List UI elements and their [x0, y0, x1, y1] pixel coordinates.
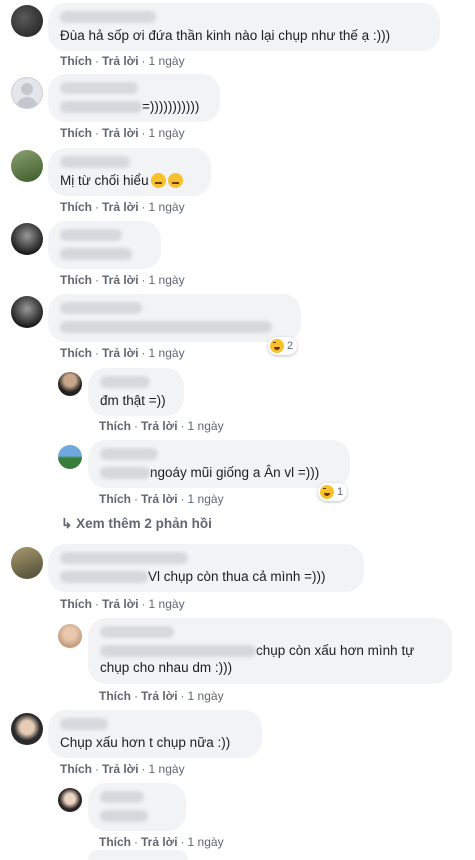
- reaction-count: 2: [287, 340, 294, 352]
- comment-text: Chụp xấu hơn t chụp nữa :)): [60, 735, 231, 750]
- like-link[interactable]: Thích: [60, 346, 92, 360]
- reply-link[interactable]: Trả lời: [102, 273, 139, 287]
- reply-link[interactable]: Trả lời: [141, 419, 178, 433]
- reply-link[interactable]: Trả lời: [141, 689, 178, 703]
- like-link[interactable]: Thích: [99, 835, 131, 849]
- commenter-name[interactable]: [100, 376, 150, 388]
- comment-text: Mị từ chối hiểu: [60, 173, 149, 188]
- haha-reaction-icon: [270, 339, 284, 353]
- avatar[interactable]: [11, 223, 43, 255]
- comment-text: đm thật =)): [100, 393, 166, 408]
- avatar[interactable]: [11, 150, 43, 182]
- blurred-mention: [60, 248, 132, 261]
- like-link[interactable]: Thích: [99, 689, 131, 703]
- avatar[interactable]: [58, 624, 82, 648]
- timestamp[interactable]: 1 ngày: [188, 419, 224, 433]
- comment-text-line-1: chụp còn xấu hơn mình tự: [256, 643, 415, 658]
- reaction-count: 1: [337, 486, 344, 498]
- blurred-mention: [100, 810, 148, 823]
- comment-text: ngoáy mũi giống a Ân vl =))): [150, 465, 320, 480]
- comment-bubble: Vl chụp còn thua cả mình =))): [48, 544, 364, 592]
- commenter-name[interactable]: [60, 82, 138, 94]
- commenter-name[interactable]: [60, 552, 188, 564]
- weary-emoji-icon: [150, 173, 166, 188]
- like-link[interactable]: Thích: [60, 126, 92, 140]
- comment-bubble: đm thật =)): [88, 368, 184, 416]
- comment-text: =))))))))))): [142, 99, 200, 114]
- commenter-name[interactable]: [60, 302, 142, 314]
- timestamp[interactable]: 1 ngày: [149, 54, 185, 68]
- avatar[interactable]: [11, 547, 43, 579]
- comment-text: Vl chụp còn thua cả mình =))): [148, 569, 326, 584]
- avatar[interactable]: [11, 296, 43, 328]
- timestamp[interactable]: 1 ngày: [149, 200, 185, 214]
- commenter-name[interactable]: [60, 11, 156, 23]
- default-avatar-icon: [21, 83, 33, 95]
- blurred-mention: [60, 101, 142, 114]
- like-link[interactable]: Thích: [60, 597, 92, 611]
- blurred-mention: [100, 467, 150, 480]
- avatar[interactable]: [58, 445, 82, 469]
- timestamp[interactable]: 1 ngày: [188, 835, 224, 849]
- timestamp[interactable]: 1 ngày: [149, 126, 185, 140]
- reply-link[interactable]: Trả lời: [102, 762, 139, 776]
- reply-link[interactable]: Trả lời: [102, 126, 139, 140]
- comment-bubble: chụp còn xấu hơn mình tự chụp cho nhau d…: [88, 618, 452, 684]
- timestamp[interactable]: 1 ngày: [149, 597, 185, 611]
- reply-link[interactable]: Trả lời: [141, 492, 178, 506]
- timestamp[interactable]: 1 ngày: [188, 689, 224, 703]
- reply-link[interactable]: Trả lời: [102, 200, 139, 214]
- comment-text: Đùa hả sốp ơi đứa thần kinh nào lại chụp…: [60, 28, 391, 43]
- like-link[interactable]: Thích: [60, 200, 92, 214]
- comment-bubble: [48, 294, 301, 342]
- blurred-mention: [60, 571, 148, 584]
- weary-emoji-icon: [167, 173, 183, 188]
- comment-bubble: =))))))))))): [48, 74, 220, 122]
- blurred-mention: [60, 321, 272, 334]
- like-link[interactable]: Thích: [60, 273, 92, 287]
- haha-reaction-icon: [320, 485, 334, 499]
- reaction-summary[interactable]: 2: [268, 337, 298, 355]
- comment-bubble: [88, 783, 186, 831]
- commenter-name[interactable]: [100, 448, 158, 460]
- timestamp[interactable]: 1 ngày: [149, 346, 185, 360]
- reply-link[interactable]: Trả lời: [102, 346, 139, 360]
- timestamp[interactable]: 1 ngày: [149, 762, 185, 776]
- like-link[interactable]: Thích: [60, 762, 92, 776]
- avatar[interactable]: [58, 372, 82, 396]
- commenter-name[interactable]: [100, 626, 174, 638]
- like-link[interactable]: Thích: [99, 492, 131, 506]
- reply-arrow-icon: ↳: [61, 516, 73, 531]
- commenter-name[interactable]: [60, 718, 108, 730]
- avatar[interactable]: [11, 713, 43, 745]
- timestamp[interactable]: 1 ngày: [149, 273, 185, 287]
- blurred-mention: [100, 645, 256, 658]
- avatar[interactable]: [11, 5, 43, 37]
- comment-text-line-2: chụp cho nhau dm :))): [100, 660, 233, 675]
- view-more-replies-link[interactable]: ↳ Xem thêm 2 phản hồi: [61, 516, 212, 532]
- reaction-summary[interactable]: 1: [318, 483, 348, 501]
- comment-bubble: Đùa hả sốp ơi đứa thần kinh nào lại chụp…: [48, 3, 440, 51]
- commenter-name[interactable]: [60, 156, 130, 168]
- like-link[interactable]: Thích: [99, 419, 131, 433]
- next-comment-bubble-partial: [88, 850, 188, 860]
- comment-bubble: Chụp xấu hơn t chụp nữa :)): [48, 710, 262, 758]
- comment-bubble: Mị từ chối hiểu: [48, 148, 211, 196]
- commenter-name[interactable]: [60, 229, 122, 241]
- reply-link[interactable]: Trả lời: [102, 597, 139, 611]
- avatar[interactable]: [58, 788, 82, 812]
- reply-link[interactable]: Trả lời: [141, 835, 178, 849]
- avatar[interactable]: [11, 77, 43, 109]
- comment-bubble: ngoáy mũi giống a Ân vl =))): [88, 440, 350, 488]
- comment-bubble: [48, 221, 161, 269]
- timestamp[interactable]: 1 ngày: [188, 492, 224, 506]
- reply-link[interactable]: Trả lời: [102, 54, 139, 68]
- like-link[interactable]: Thích: [60, 54, 92, 68]
- commenter-name[interactable]: [100, 791, 144, 803]
